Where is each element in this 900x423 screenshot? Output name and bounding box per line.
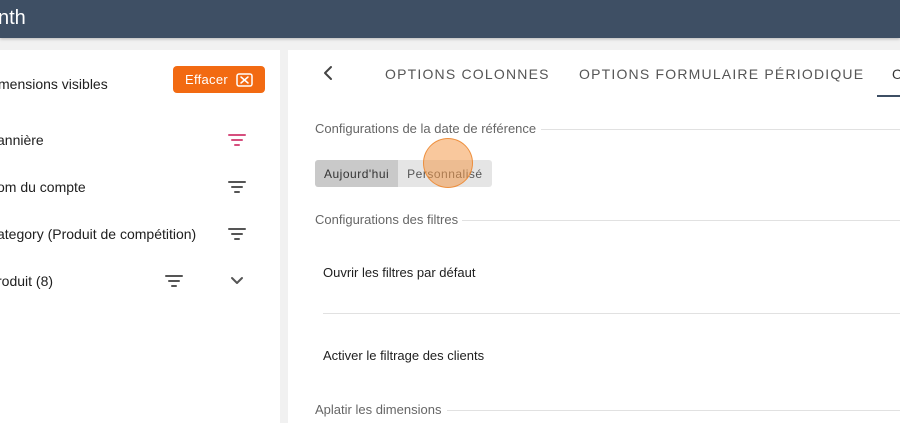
clear-button[interactable]: Effacer [173, 66, 265, 93]
filter-icon[interactable] [228, 180, 246, 194]
visible-dimensions-label: mensions visibles [0, 76, 108, 92]
dimension-row-nom-du-compte[interactable]: om du compte [0, 172, 280, 202]
chevron-left-icon[interactable] [321, 65, 335, 81]
tab-options-colonnes[interactable]: OPTIONS COLONNES [385, 66, 550, 82]
tab-options-formulaire-periodique[interactable]: OPTIONS FORMULAIRE PÉRIODIQUE [579, 66, 864, 82]
option-open-filters-default[interactable]: Ouvrir les filtres par défaut [323, 265, 475, 280]
section-divider [462, 220, 900, 221]
dimension-label: ategory (Produit de compétition) [0, 226, 197, 242]
visible-dimensions-panel: mensions visibles Effacer annière om du … [0, 50, 280, 423]
filter-icon[interactable] [165, 274, 183, 288]
dimension-row-produit[interactable]: roduit (8) [0, 266, 280, 296]
top-app-bar: nth [0, 0, 900, 38]
chevron-down-icon[interactable] [230, 275, 244, 287]
dimension-row-banniere[interactable]: annière [0, 125, 280, 155]
reference-date-toggle-group: Aujourd'hui Personnalisé [315, 160, 492, 187]
app-title: nth [0, 7, 26, 29]
dimension-label: annière [0, 132, 44, 148]
section-divider [541, 129, 900, 130]
tab-active-indicator [877, 95, 900, 97]
settings-panel: OPTIONS COLONNES OPTIONS FORMULAIRE PÉRI… [288, 50, 900, 423]
option-enable-client-filtering[interactable]: Activer le filtrage des clients [323, 348, 484, 363]
row-divider [323, 313, 900, 314]
section-title-filters: Configurations des filtres [315, 212, 459, 227]
dimension-label: roduit (8) [0, 273, 54, 289]
tab-active[interactable]: O [892, 66, 900, 82]
dimension-row-category[interactable]: ategory (Produit de compétition) [0, 219, 280, 249]
toggle-aujourdhui[interactable]: Aujourd'hui [315, 160, 399, 187]
tab-bar: OPTIONS COLONNES OPTIONS FORMULAIRE PÉRI… [288, 50, 900, 97]
clear-x-icon [236, 72, 253, 87]
section-title-flatten-dimensions: Aplatir les dimensions [315, 402, 442, 417]
toggle-personnalise[interactable]: Personnalisé [398, 160, 492, 187]
filter-active-icon[interactable] [228, 133, 246, 147]
dimension-label: om du compte [0, 179, 86, 195]
section-title-reference-date: Configurations de la date de référence [315, 121, 537, 136]
section-divider [447, 410, 900, 411]
clear-button-label: Effacer [184, 72, 229, 87]
filter-icon[interactable] [228, 227, 246, 241]
